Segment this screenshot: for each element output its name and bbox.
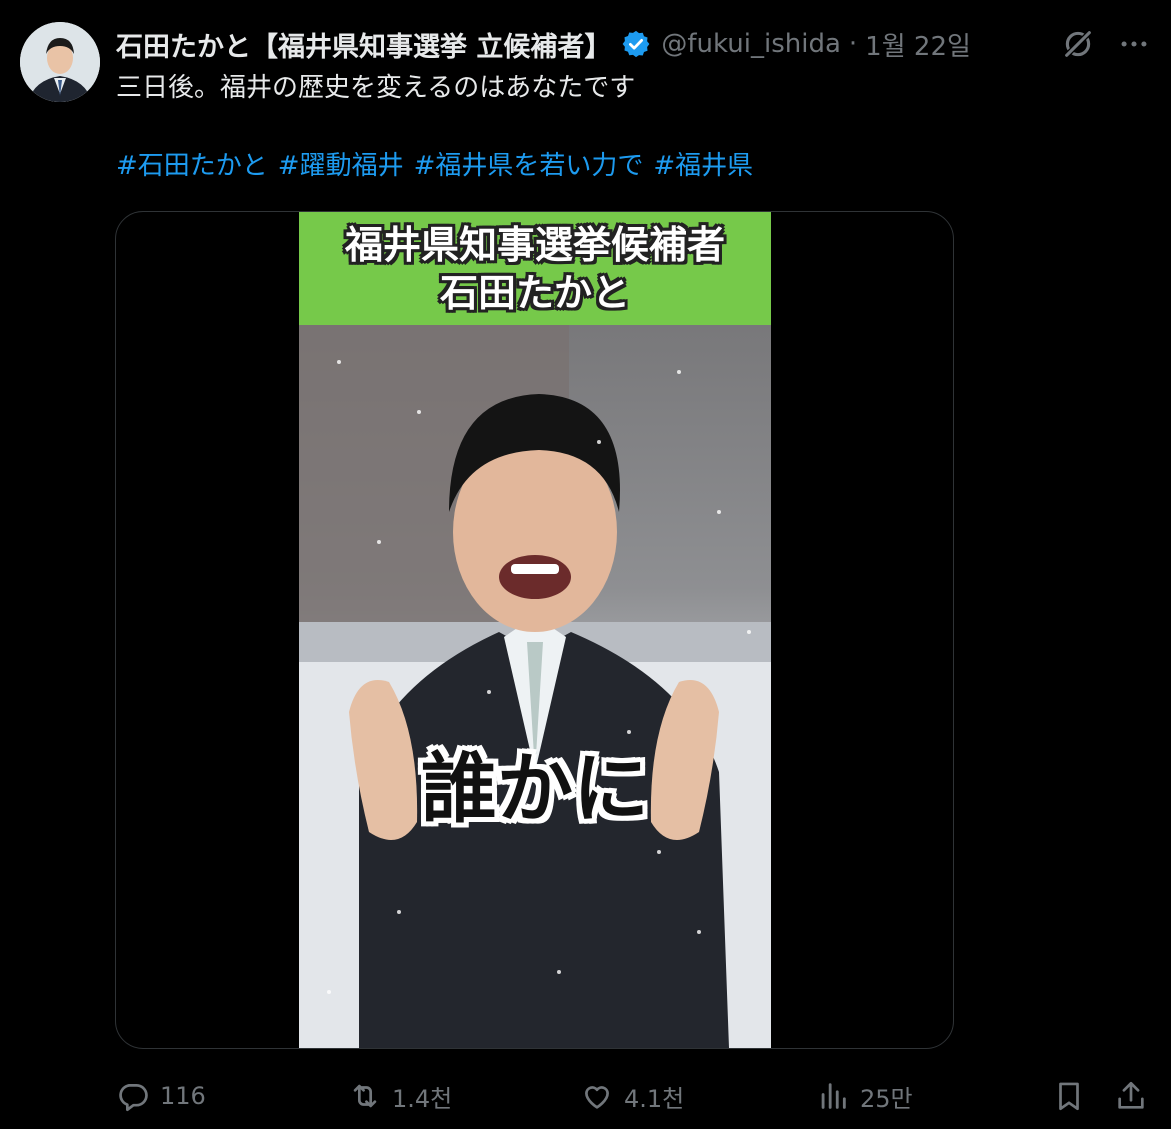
avatar[interactable] <box>20 22 100 102</box>
views-button[interactable]: 25만 <box>816 1074 913 1118</box>
banner-name: 石田たかと <box>439 270 630 315</box>
like-count: 4.1천 <box>624 1084 685 1113</box>
like-button[interactable]: 4.1천 <box>580 1074 684 1118</box>
repost-icon <box>353 1084 377 1108</box>
video-player[interactable]: 福井県知事選挙候補者 石田たかと 誰かに <box>115 211 954 1049</box>
reply-button[interactable]: 116 <box>116 1074 206 1118</box>
video-title-banner: 福井県知事選挙候補者 石田たかと <box>299 212 771 325</box>
tweet-header: 石田たかと【福井県知事選挙 立候補者】 @fukui_ishida · 1월 2… <box>116 25 1151 64</box>
bookmark-button[interactable] <box>1052 1074 1086 1118</box>
video-thumbnail <box>299 212 771 1048</box>
banner-title: 福井県知事選挙候補者 <box>344 222 725 267</box>
repost-button[interactable]: 1.4천 <box>348 1074 452 1118</box>
author-display-name[interactable]: 石田たかと【福井県知事選挙 立候補者】 <box>116 25 611 64</box>
hashtag-link[interactable]: #躍動福井 <box>278 146 404 186</box>
share-icon <box>1118 1081 1144 1109</box>
bookmark-icon <box>1059 1082 1079 1111</box>
video-frame[interactable]: 福井県知事選挙候補者 石田たかと 誰かに <box>299 212 771 1048</box>
tweet-date[interactable]: 1월 22일 <box>865 26 971 63</box>
separator-dot: · <box>848 29 858 59</box>
hashtag-link[interactable]: #石田たかと <box>116 146 268 186</box>
more-icon[interactable] <box>1117 27 1151 61</box>
reply-icon <box>119 1084 148 1112</box>
repost-count: 1.4천 <box>392 1084 453 1113</box>
verified-badge-icon <box>623 30 650 58</box>
share-button[interactable] <box>1114 1074 1148 1118</box>
grok-icon[interactable] <box>1061 27 1095 61</box>
views-icon <box>821 1083 846 1109</box>
video-caption: 誰かに <box>421 744 649 833</box>
action-bar: 116 1.4천 4.1천 25만 <box>116 1074 1151 1118</box>
reply-count: 116 <box>160 1082 206 1110</box>
heart-icon <box>585 1086 609 1109</box>
author-handle[interactable]: @fukui_ishida <box>661 29 841 59</box>
tweet-text: 三日後。福井の歴史を変えるのはあなたです <box>116 73 636 103</box>
hashtag-link[interactable]: #福井県を若い力で <box>414 146 644 186</box>
hashtag-link[interactable]: #福井県 <box>653 146 753 186</box>
views-count: 25만 <box>860 1084 913 1113</box>
hashtag-list: #石田たかと #躍動福井 #福井県を若い力で #福井県 <box>116 146 753 186</box>
